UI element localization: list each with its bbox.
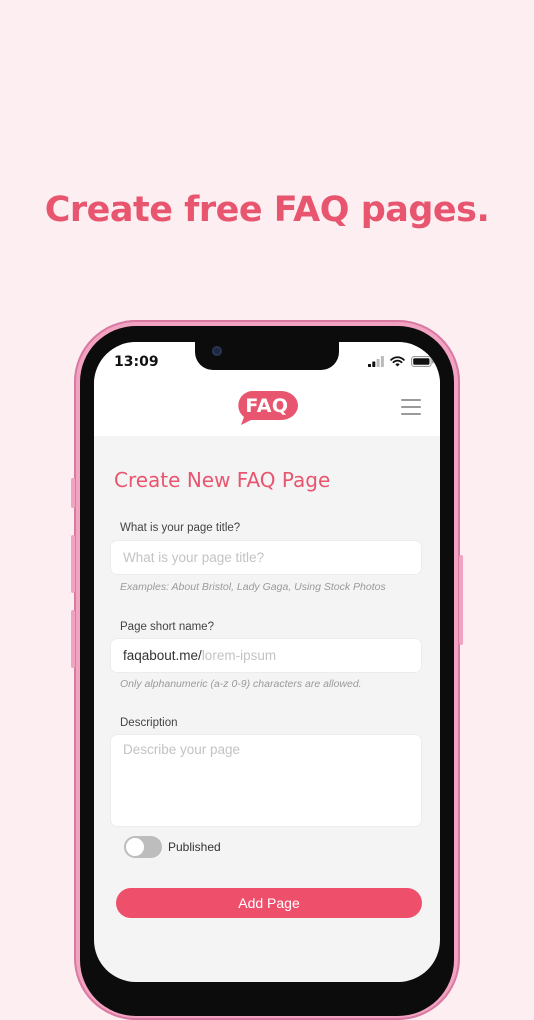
short-name-input[interactable]: faqabout.me/lorem-ipsum bbox=[111, 639, 421, 672]
headline: Create free FAQ pages. bbox=[44, 190, 490, 230]
status-icons bbox=[368, 356, 434, 367]
short-name-prefix: faqabout.me/ bbox=[123, 648, 202, 663]
front-camera bbox=[212, 346, 222, 356]
status-time: 13:09 bbox=[114, 354, 159, 370]
short-name-placeholder: lorem-ipsum bbox=[201, 648, 277, 663]
faq-logo[interactable]: FAQ bbox=[235, 390, 299, 426]
side-button-volume-up bbox=[71, 535, 75, 593]
phone-screen: 13:09 FAQ Create New FAQ Page What is yo… bbox=[94, 342, 440, 982]
add-page-button[interactable]: Add Page bbox=[116, 888, 422, 918]
signal-icon bbox=[368, 356, 384, 367]
page-title-input[interactable]: What is your page title? bbox=[111, 541, 421, 574]
side-button-volume-down bbox=[71, 610, 75, 668]
side-button-silent bbox=[71, 478, 75, 508]
description-textarea[interactable]: Describe your page bbox=[111, 735, 421, 826]
page-title-hint: Examples: About Bristol, Lady Gaga, Usin… bbox=[120, 581, 386, 593]
menu-icon[interactable] bbox=[401, 399, 421, 415]
description-label: Description bbox=[120, 717, 178, 729]
short-name-hint: Only alphanumeric (a-z 0-9) characters a… bbox=[120, 678, 362, 690]
wifi-icon bbox=[390, 356, 405, 367]
page-title: Create New FAQ Page bbox=[114, 468, 331, 492]
toggle-knob bbox=[126, 838, 144, 856]
published-label: Published bbox=[168, 840, 221, 854]
logo-text: FAQ bbox=[245, 395, 289, 417]
description-placeholder: Describe your page bbox=[123, 742, 241, 757]
page-title-placeholder: What is your page title? bbox=[123, 550, 265, 565]
published-toggle[interactable] bbox=[124, 836, 162, 858]
page-title-label: What is your page title? bbox=[120, 522, 241, 534]
short-name-label: Page short name? bbox=[120, 621, 214, 633]
battery-icon bbox=[411, 356, 434, 367]
side-button-power bbox=[459, 555, 463, 645]
